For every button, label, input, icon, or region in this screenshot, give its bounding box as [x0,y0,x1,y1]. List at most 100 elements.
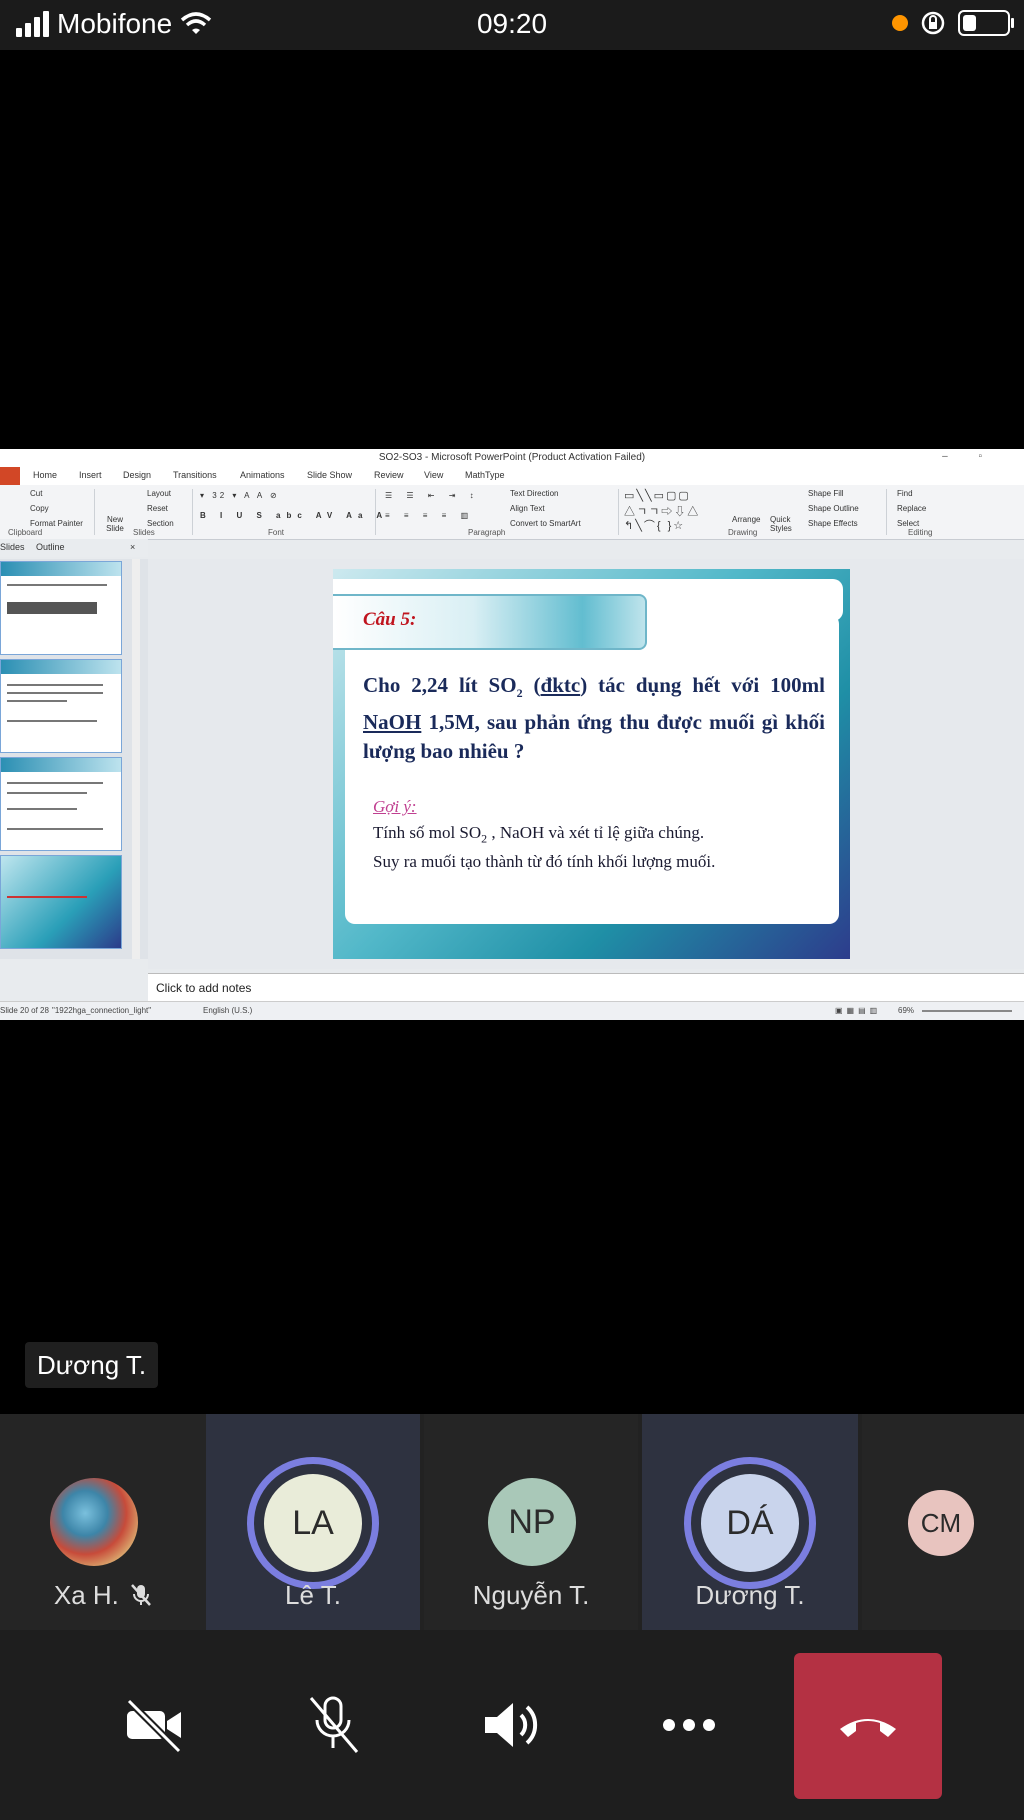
tab-mathtype[interactable]: MathType [465,470,505,480]
text-direction-button[interactable]: Text Direction [510,489,558,498]
group-editing: Editing [908,528,933,537]
avatar: DÁ [701,1474,799,1572]
camera-off-icon [126,1698,182,1753]
slide-thumbnail[interactable] [0,757,122,851]
participant-tile[interactable]: Xa H. [0,1414,206,1630]
participant-name: Dương T. [695,1580,805,1610]
view-buttons[interactable]: ▣▦▤▥ [835,1006,881,1015]
notes-pane[interactable]: Click to add notes [148,973,1024,1002]
paragraph-controls[interactable]: ☰ ☰ ⇤ ⇥ ↕ [385,491,480,500]
participant-tile[interactable]: NP Nguyễn T. [424,1414,638,1630]
slide-count: Slide 20 of 28 [0,1006,49,1015]
copy-button[interactable]: Copy [30,504,49,513]
tab-slides[interactable]: Slides [0,542,25,552]
avatar: NP [488,1478,576,1566]
shapes-gallery-row3[interactable]: ↰╲⌒{ }☆ [624,517,685,533]
slide-thumbnail[interactable] [0,561,122,655]
new-slide-button[interactable]: New Slide [102,515,128,533]
replace-button[interactable]: Replace [897,504,926,513]
tab-design[interactable]: Design [123,470,151,480]
quick-styles-button[interactable]: Quick Styles [770,515,794,533]
shape-fill-button[interactable]: Shape Fill [808,489,844,498]
pp-status-bar: Slide 20 of 28 "1922hga_connection_light… [0,1001,1024,1020]
group-clipboard: Clipboard [8,528,43,537]
avatar: CM [908,1490,974,1556]
shape-effects-button[interactable]: Shape Effects [808,519,858,528]
shapes-gallery[interactable]: ▭╲╲▭▢▢ [624,489,691,502]
section-button[interactable]: Section [147,519,174,528]
layout-button[interactable]: Layout [147,489,171,498]
speaker-button[interactable] [466,1680,556,1770]
status-bar: Mobifone 09:20 [0,0,1024,50]
slide-content-card [345,614,839,924]
mic-off-icon [309,1696,359,1753]
pp-ribbon-tabs: Home Insert Design Transitions Animation… [0,467,1024,485]
font-style-buttons[interactable]: B I U S abc AV Aa A [200,511,388,520]
camera-toggle-button[interactable] [110,1680,200,1770]
window-controls: – ▫ [942,451,996,462]
hint-label: Gợi ý: [373,797,417,816]
slide-thumbnail[interactable] [0,659,122,753]
file-tab[interactable] [0,467,20,485]
active-speaker-tag: Dương T. [25,1342,159,1388]
slide-thumbnail-panel [0,559,149,959]
question-label: Câu 5: [363,609,417,630]
slide-panel-scrollbar[interactable] [132,559,140,959]
slide-thumbnail-current[interactable] [0,855,122,949]
tab-insert[interactable]: Insert [79,470,102,480]
group-drawing: Drawing [728,528,758,537]
participant-tile[interactable]: LA Lê T. [206,1414,420,1630]
participant-strip: Xa H. LA Lê T. NP Nguyễn T. DÁ Dương T. … [0,1414,1024,1630]
zoom-slider[interactable] [922,1010,1012,1012]
group-paragraph: Paragraph [468,528,506,537]
theme-name: "1922hga_connection_light" [52,1006,152,1015]
format-painter-button[interactable]: Format Painter [30,519,83,528]
participant-name: Lê T. [285,1580,341,1610]
phone-hang-up-icon [840,1719,896,1737]
tab-transitions[interactable]: Transitions [173,470,217,480]
slide-panel-tabs: Slides Outline × [0,539,148,557]
find-button[interactable]: Find [897,489,913,498]
close-panel-icon[interactable]: × [130,542,135,552]
more-icon [663,1719,715,1731]
hang-up-button[interactable] [794,1653,942,1799]
tab-animations[interactable]: Animations [240,470,285,480]
shape-outline-button[interactable]: Shape Outline [808,504,859,513]
more-options-button[interactable] [644,1680,734,1770]
hint-text: Tính số mol SO2 , NaOH và xét tỉ lệ giữa… [373,823,716,872]
reset-button[interactable]: Reset [147,504,168,513]
clock: 09:20 [476,8,548,39]
tab-slide-show[interactable]: Slide Show [307,470,352,480]
tab-view[interactable]: View [424,470,443,480]
speaker-icon [485,1703,538,1747]
mic-toggle-button[interactable] [288,1680,378,1770]
cut-button[interactable]: Cut [30,489,42,498]
recording-indicator-icon [892,15,908,31]
tab-home[interactable]: Home [33,470,57,480]
call-controls [0,1630,1024,1820]
select-button[interactable]: Select [897,519,919,528]
pp-ribbon: Cut Copy Format Painter Clipboard New Sl… [0,485,1024,540]
group-font: Font [268,528,285,537]
question-text: Cho 2,24 lít SO2 (đktc) tác dụng hết với… [363,673,825,764]
battery-icon [958,10,1014,36]
orientation-lock-icon [921,11,945,35]
align-text-button[interactable]: Align Text [510,504,545,513]
group-slides: Slides [133,528,155,537]
mic-muted-icon [131,1584,152,1606]
avatar-photo [50,1478,138,1566]
zoom-level: 69% [898,1006,915,1015]
tab-outline[interactable]: Outline [36,542,65,552]
participant-tile[interactable]: CM [862,1414,1024,1630]
language: English (U.S.) [203,1006,253,1015]
notes-placeholder: Click to add notes [156,981,252,995]
alignment-buttons[interactable]: ≡ ≡ ≡ ≡ ▥ [385,511,474,520]
tab-review[interactable]: Review [374,470,404,480]
convert-smartart-button[interactable]: Convert to SmartArt [510,519,581,528]
participant-name: Xa H. [0,1580,206,1611]
pp-window-title: SO2-SO3 - Microsoft PowerPoint (Product … [0,449,1024,467]
arrange-button[interactable]: Arrange [732,515,760,524]
avatar: LA [264,1474,362,1572]
participant-tile[interactable]: DÁ Dương T. [642,1414,858,1630]
font-controls[interactable]: ▾ 32 ▾ A A ⊘ [200,491,280,500]
